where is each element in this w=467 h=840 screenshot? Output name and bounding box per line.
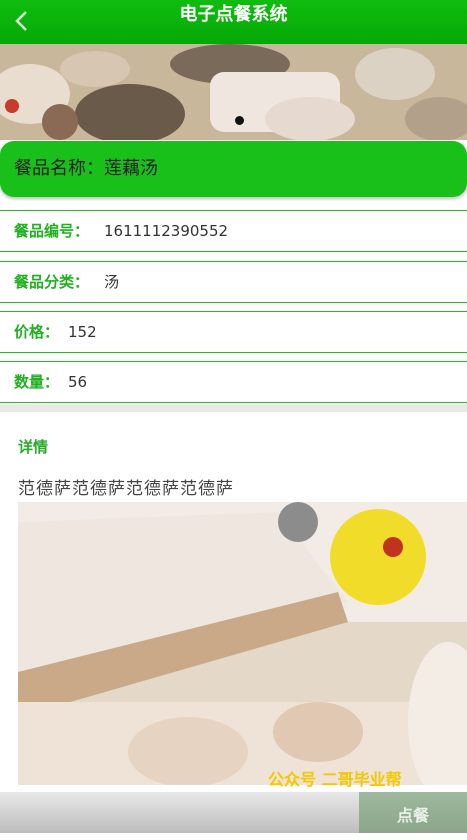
watermark-text: 公众号 二哥毕业帮: [268, 770, 402, 789]
quantity-label: 数量：: [14, 373, 60, 391]
row-dish-id: 餐品编号： 1611112390552: [0, 210, 467, 252]
dish-id-label: 餐品编号：: [14, 222, 90, 240]
dish-name-value: 莲藕汤: [104, 158, 158, 179]
carousel-indicator-dot[interactable]: [235, 116, 244, 125]
price-value: 152: [68, 323, 97, 341]
app-header: 电子点餐系统: [0, 0, 467, 44]
price-label: 价格：: [14, 323, 60, 341]
quantity-value: 56: [68, 373, 88, 391]
dish-category-label: 餐品分类：: [14, 273, 90, 291]
dish-banner-image[interactable]: [0, 44, 467, 140]
order-button[interactable]: 点餐: [359, 792, 467, 833]
dish-name: 餐品名称：莲藕汤: [14, 141, 158, 197]
dish-category-value: 汤: [104, 273, 120, 291]
details-text: 范德萨范德萨范德萨范德萨: [18, 479, 234, 499]
dish-name-bar: 餐品名称：莲藕汤: [0, 141, 467, 197]
details-heading: 详情: [18, 438, 49, 456]
details-image: [18, 502, 467, 785]
dish-name-label: 餐品名称：: [14, 158, 104, 179]
row-quantity: 数量： 56: [0, 361, 467, 403]
dish-id-value: 1611112390552: [104, 222, 229, 240]
row-dish-category: 餐品分类： 汤: [0, 261, 467, 303]
divider: [0, 404, 467, 412]
row-price: 价格： 152: [0, 311, 467, 353]
page-title: 电子点餐系统: [179, 4, 288, 25]
